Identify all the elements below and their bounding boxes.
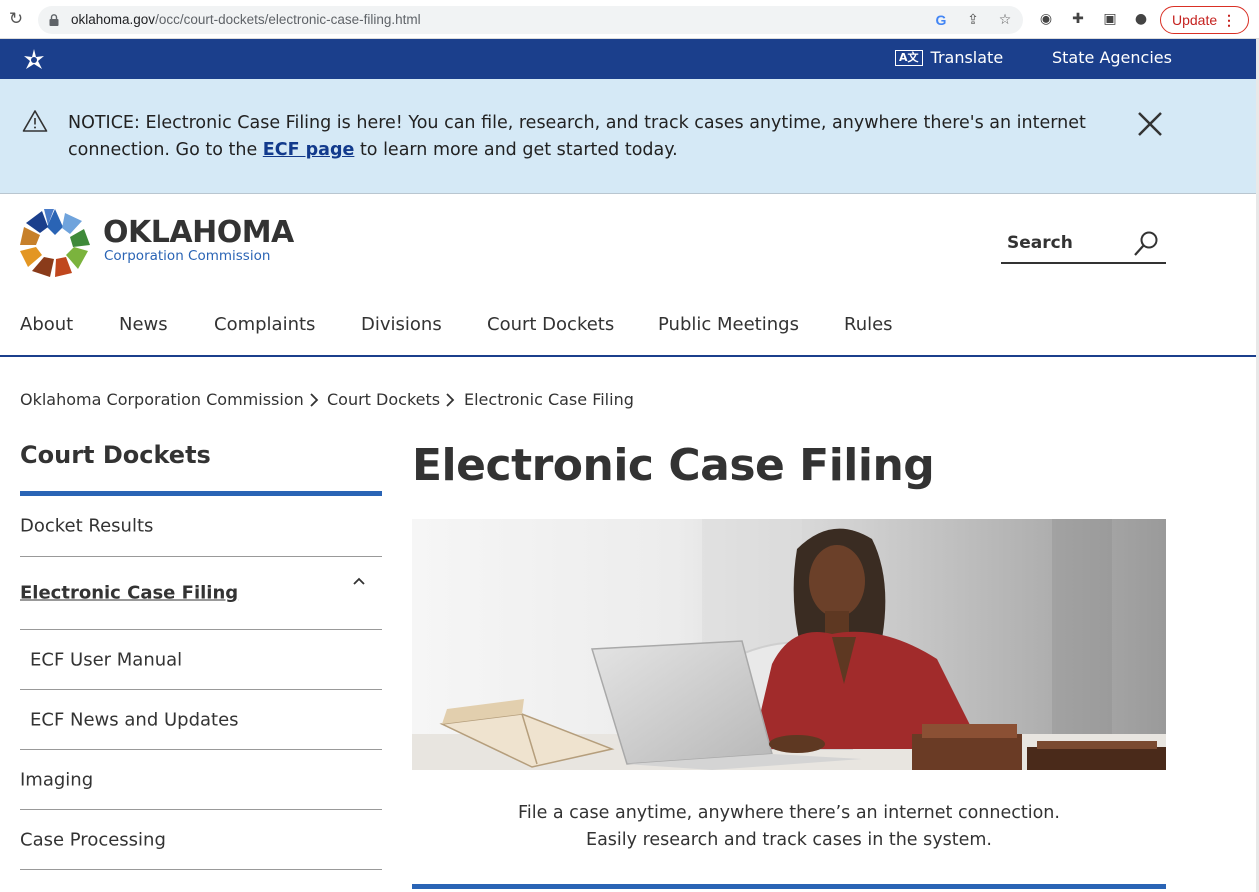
breadcrumb-current: Electronic Case Filing [464, 390, 634, 409]
sidebar-item-label: Imaging [20, 769, 94, 790]
nav-item-rules[interactable]: Rules [844, 314, 893, 335]
reload-icon[interactable]: ↻ [6, 9, 26, 29]
logo-subtitle[interactable]: Corporation Commission [104, 248, 270, 264]
sidebar-item-ecf-user-manual[interactable]: ECF User Manual [20, 630, 382, 690]
sidebar-item-imaging[interactable]: Imaging [20, 750, 382, 810]
sidebar-title[interactable]: Court Dockets [20, 441, 211, 469]
state-header: A文 Translate State Agencies [0, 39, 1256, 79]
nav-item-public-meetings[interactable]: Public Meetings [658, 314, 799, 335]
content-divider [412, 884, 1166, 889]
profile-icon[interactable]: ● [1131, 9, 1151, 29]
breadcrumb-link-home[interactable]: Oklahoma Corporation Commission [20, 390, 304, 409]
search-box[interactable]: Search [1001, 228, 1166, 264]
notice-text: NOTICE: Electronic Case Filing is here! … [68, 113, 1086, 160]
side-panel-icon[interactable]: ▣ [1100, 9, 1120, 29]
url-text[interactable]: oklahoma.gov/occ/court-dockets/electroni… [71, 12, 421, 27]
sidebar-item-label: Electronic Case Filing [20, 582, 239, 604]
state-seal-icon[interactable] [22, 48, 46, 72]
sidebar-item-label: ECF News and Updates [30, 709, 239, 730]
hero-image [412, 519, 1166, 770]
translate-label: Translate [930, 48, 1004, 67]
google-icon[interactable]: G [931, 10, 951, 30]
nav-item-divisions[interactable]: Divisions [361, 314, 442, 335]
nav-item-complaints[interactable]: Complaints [214, 314, 315, 335]
logo-name[interactable]: OKLAHOMA [103, 215, 294, 250]
close-icon[interactable] [1135, 109, 1165, 139]
chevron-up-icon[interactable] [352, 576, 366, 586]
menu-dots-icon[interactable]: ⋮ [1222, 7, 1236, 33]
nav-item-about[interactable]: About [20, 314, 73, 335]
sidebar-item-label: ECF User Manual [30, 649, 183, 670]
hero-caption: File a case anytime, anywhere there’s an… [412, 800, 1166, 854]
extension-badge-icon[interactable]: ◉ [1036, 9, 1056, 29]
ecf-page-link[interactable]: ECF page [263, 140, 355, 160]
sidebar-item-label: Case Processing [20, 829, 166, 850]
lock-icon [49, 14, 59, 26]
occ-logo-icon[interactable] [18, 207, 92, 279]
search-icon[interactable] [1133, 230, 1159, 258]
nav-item-news[interactable]: News [119, 314, 168, 335]
state-agencies-link[interactable]: State Agencies [1052, 48, 1172, 67]
browser-toolbar: ↻ oklahoma.gov/occ/court-dockets/electro… [0, 0, 1259, 39]
page-title: Electronic Case Filing [412, 440, 935, 491]
caption-line-2: Easily research and track cases in the s… [586, 830, 992, 850]
sidebar-item-docket-results[interactable]: Docket Results [20, 496, 382, 557]
notice-banner: NOTICE: Electronic Case Filing is here! … [0, 79, 1256, 194]
caption-line-1: File a case anytime, anywhere there’s an… [518, 803, 1060, 823]
warning-icon [22, 110, 48, 132]
main-nav: About News Complaints Divisions Court Do… [0, 301, 1256, 357]
search-label[interactable]: Search [1007, 233, 1073, 253]
sidebar-item-case-processing[interactable]: Case Processing [20, 810, 382, 870]
address-bar[interactable]: oklahoma.gov/occ/court-dockets/electroni… [38, 6, 1023, 34]
translate-button[interactable]: A文 Translate [895, 48, 1003, 67]
sidebar-item-label: Docket Results [20, 515, 154, 537]
translate-icon: A文 [895, 49, 923, 66]
chevron-right-icon [446, 393, 455, 407]
sidebar-item-ecf-news[interactable]: ECF News and Updates [20, 690, 382, 750]
nav-item-court-dockets[interactable]: Court Dockets [487, 314, 614, 335]
share-icon[interactable]: ⇪ [963, 10, 983, 30]
bookmark-star-icon[interactable]: ☆ [995, 10, 1015, 30]
puzzle-icon[interactable]: ✚ [1068, 9, 1088, 29]
sidebar-item-electronic-case-filing[interactable]: Electronic Case Filing [20, 557, 382, 630]
chevron-right-icon [310, 393, 319, 407]
breadcrumb-link-court-dockets[interactable]: Court Dockets [327, 390, 440, 409]
update-button[interactable]: Update ⋮ [1160, 6, 1249, 34]
